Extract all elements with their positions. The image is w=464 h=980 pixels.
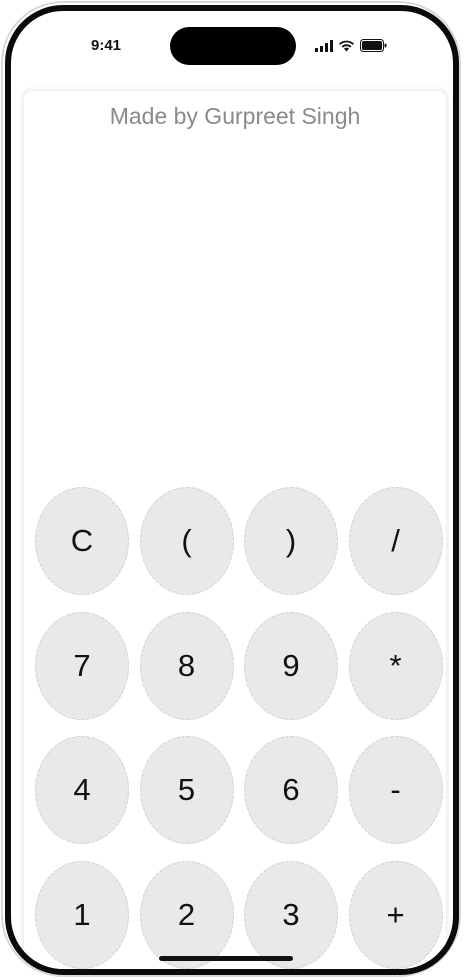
key-1[interactable]: 1 <box>35 860 129 969</box>
status-icons <box>315 39 387 52</box>
key-4[interactable]: 4 <box>35 736 129 844</box>
key-6[interactable]: 6 <box>244 736 338 844</box>
key-2[interactable]: 2 <box>139 860 234 969</box>
keypad: C ( ) / 7 8 9 * 4 5 6 - 1 2 3 + <box>35 487 443 969</box>
key-7[interactable]: 7 <box>35 611 129 720</box>
key-add[interactable]: + <box>348 860 443 969</box>
calculator-display <box>44 141 426 471</box>
key-open-paren[interactable]: ( <box>139 487 234 595</box>
key-multiply[interactable]: * <box>348 611 443 720</box>
phone-device: 9:41 Made by Gurpreet Singh C () / 7 8 … <box>0 0 464 980</box>
key-9[interactable]: 9 <box>244 611 338 720</box>
status-time: 9:41 <box>91 37 122 54</box>
calculator-card: Made by Gurpreet Singh C ( ) / 7 8 9 * 4… <box>24 91 446 969</box>
key-close-paren[interactable]: ) <box>244 487 338 595</box>
key-clear[interactable]: C <box>35 487 129 595</box>
home-indicator[interactable] <box>159 956 293 961</box>
key-8[interactable]: 8 <box>139 611 234 720</box>
phone-screen: 9:41 Made by Gurpreet Singh C () / 7 8 … <box>5 5 459 975</box>
cellular-signal-icon <box>315 39 333 52</box>
battery-icon <box>360 39 387 52</box>
key-divide[interactable]: / <box>348 487 443 595</box>
wifi-icon <box>338 40 355 52</box>
dynamic-island <box>170 27 296 65</box>
key-3[interactable]: 3 <box>244 860 338 969</box>
status-bar: 9:41 <box>11 11 453 81</box>
author-credit: Made by Gurpreet Singh <box>109 103 361 129</box>
key-subtract[interactable]: - <box>348 736 443 844</box>
key-5[interactable]: 5 <box>139 736 234 844</box>
